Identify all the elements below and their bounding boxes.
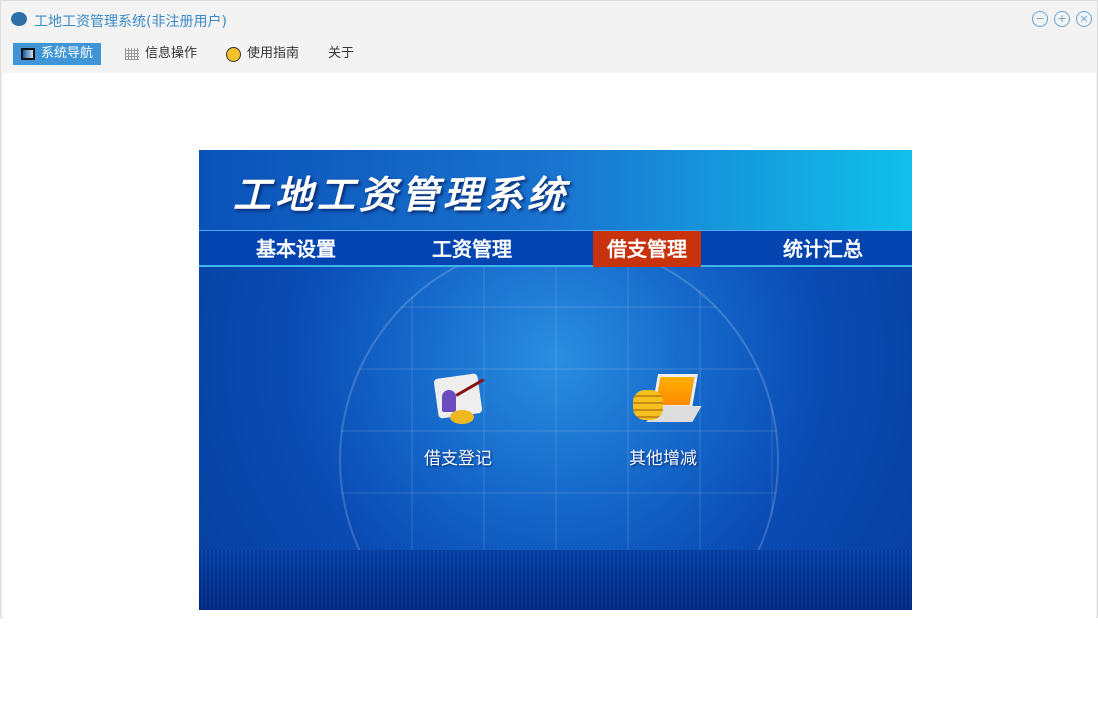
menu-system-nav[interactable]: 系统导航 xyxy=(13,43,102,65)
menu-bar: 系统导航 信息操作 使用指南 关于 xyxy=(1,41,1097,71)
loan-register-icon xyxy=(428,372,488,432)
nav-banner: 工地工资管理系统 基本设置 工资管理 借支管理 统计汇总 借支登记 其他增减 xyxy=(199,150,912,610)
menu-user-guide[interactable]: 使用指南 xyxy=(226,43,305,65)
coins-laptop-icon xyxy=(633,372,702,432)
app-label: 其他增减 xyxy=(629,449,697,469)
app-label: 借支登记 xyxy=(424,449,492,469)
grid-icon xyxy=(125,48,139,60)
menu-about[interactable]: 关于 xyxy=(328,43,360,65)
nav-basic-settings[interactable]: 基本设置 xyxy=(242,231,350,267)
menu-info-ops[interactable]: 信息操作 xyxy=(125,43,203,65)
close-icon[interactable]: × xyxy=(1076,11,1092,27)
menu-label: 关于 xyxy=(328,46,355,61)
app-loan-register[interactable]: 借支登记 xyxy=(408,372,508,469)
app-other-adjustments[interactable]: 其他增减 xyxy=(613,372,713,469)
main-window: 工地工资管理系统(非注册用户) − + × 系统导航 信息操作 使用指南 关于 … xyxy=(0,0,1098,618)
menu-label: 使用指南 xyxy=(247,46,300,61)
menu-label: 信息操作 xyxy=(145,46,198,61)
menu-label: 系统导航 xyxy=(41,46,94,61)
banner-footer-pattern xyxy=(199,550,912,610)
window-title: 工地工资管理系统(非注册用户) xyxy=(34,14,227,30)
banner-header: 工地工资管理系统 xyxy=(199,150,912,230)
window-footer-area xyxy=(0,618,1098,719)
nav-loan-management[interactable]: 借支管理 xyxy=(593,231,701,267)
banner-nav: 基本设置 工资管理 借支管理 统计汇总 xyxy=(199,230,912,267)
nav-wage-management[interactable]: 工资管理 xyxy=(418,231,526,267)
maximize-icon[interactable]: + xyxy=(1054,11,1070,27)
help-icon xyxy=(226,46,241,62)
app-logo-icon xyxy=(11,12,27,26)
monitor-icon xyxy=(21,48,35,60)
system-title: 工地工资管理系统 xyxy=(233,173,570,217)
minimize-icon[interactable]: − xyxy=(1032,11,1048,27)
title-bar: 工地工资管理系统(非注册用户) − + × xyxy=(1,1,1097,39)
nav-statistics[interactable]: 统计汇总 xyxy=(769,231,877,267)
